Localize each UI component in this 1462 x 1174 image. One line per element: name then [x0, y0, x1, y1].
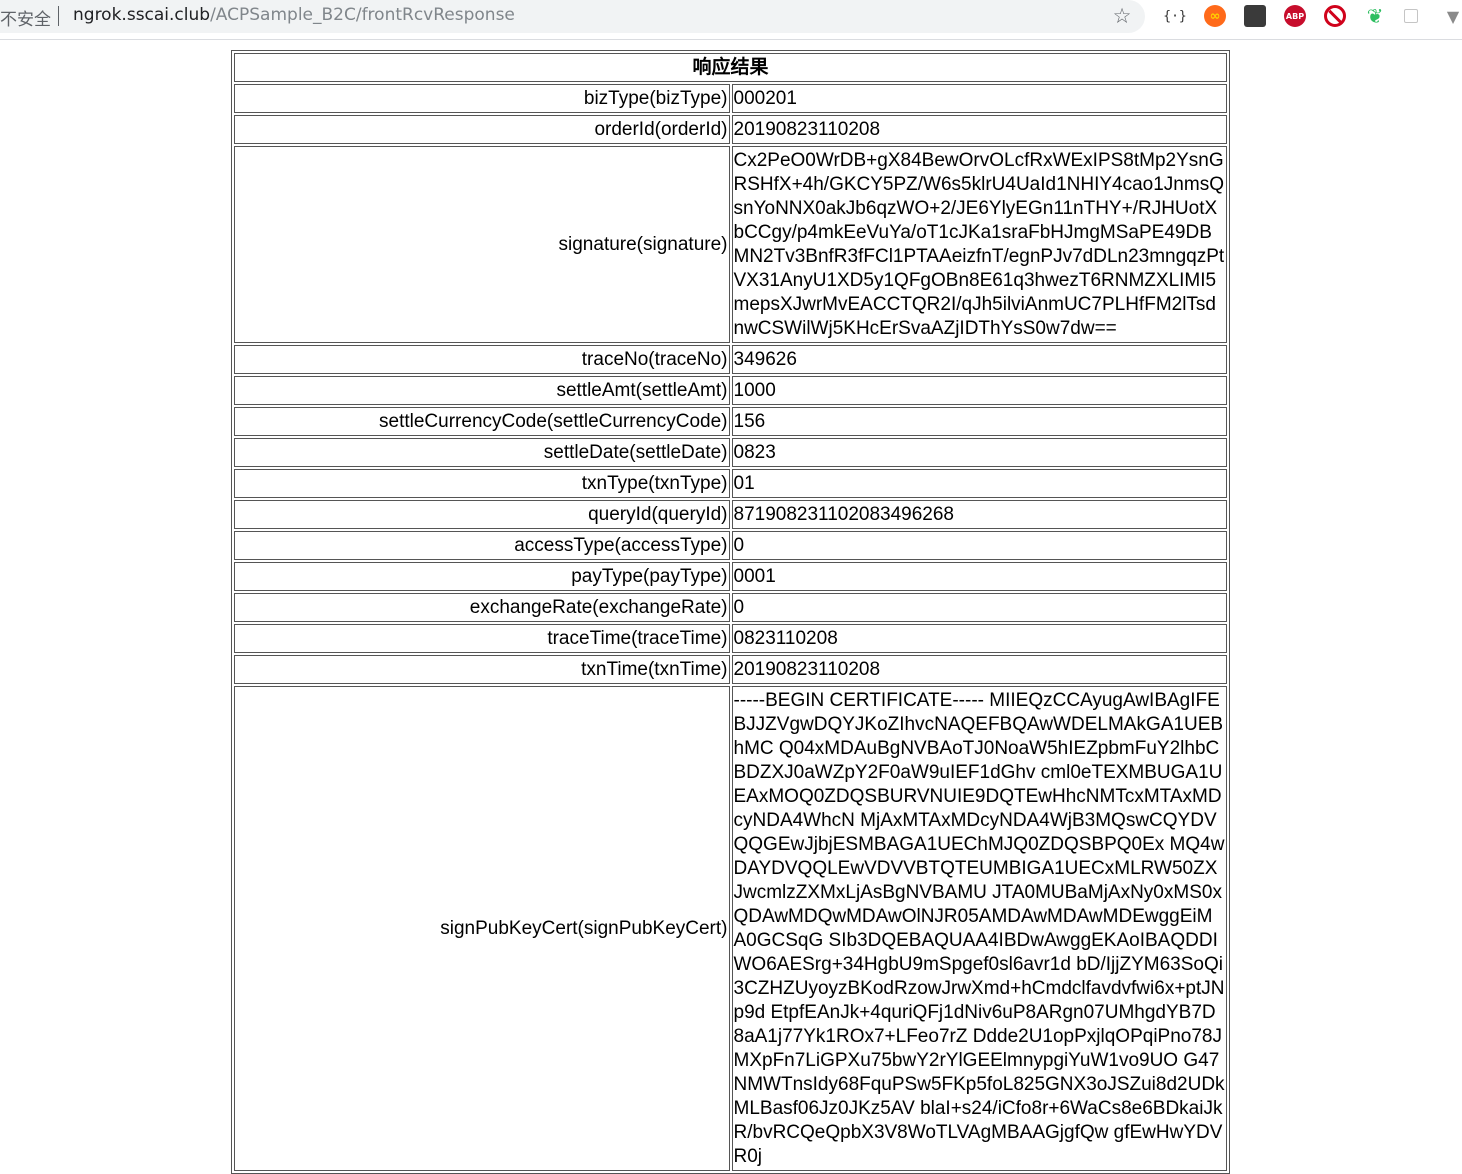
- table-title: 响应结果: [234, 53, 1227, 82]
- table-row: traceTime(traceTime) 0823110208: [234, 624, 1227, 653]
- field-name: orderId(orderId): [234, 115, 730, 144]
- url-path: /ACPSample_B2C/frontRcvResponse: [210, 5, 515, 25]
- table-row: settleAmt(settleAmt) 1000: [234, 376, 1227, 405]
- address-bar[interactable]: 不安全 ngrok.sscai.club/ACPSample_B2C/front…: [0, 0, 1145, 33]
- field-value: -----BEGIN CERTIFICATE----- MIIEQzCCAyug…: [731, 686, 1227, 1171]
- field-value: 0: [731, 531, 1227, 560]
- field-value: 01: [731, 469, 1227, 498]
- table-row: bizType(bizType) 000201: [234, 84, 1227, 113]
- field-name: traceNo(traceNo): [234, 345, 730, 374]
- field-value: 000201: [731, 84, 1227, 113]
- photo-extension-icon[interactable]: [1244, 5, 1266, 27]
- table-row: settleDate(settleDate) 0823: [234, 438, 1227, 467]
- field-value: 20190823110208: [731, 115, 1227, 144]
- table-row: traceNo(traceNo) 349626: [234, 345, 1227, 374]
- table-body: bizType(bizType) 000201 orderId(orderId) 20…: [234, 84, 1227, 1171]
- infinity-extension-icon[interactable]: ∞: [1204, 5, 1226, 27]
- vimium-extension-icon[interactable]: ▼: [1442, 5, 1462, 27]
- field-value: 0001: [731, 562, 1227, 591]
- address-separator: [58, 6, 59, 26]
- table-row: orderId(orderId) 20190823110208: [234, 115, 1227, 144]
- table-row: txnTime(txnTime) 20190823110208: [234, 655, 1227, 684]
- table-row: accessType(accessType) 0: [234, 531, 1227, 560]
- table-row: settleCurrencyCode(settleCurrencyCode) 15…: [234, 407, 1227, 436]
- table-row: queryId(queryId) 871908231102083496268: [234, 500, 1227, 529]
- browser-toolbar: 不安全 ngrok.sscai.club/ACPSample_B2C/front…: [0, 0, 1462, 40]
- field-name: traceTime(traceTime): [234, 624, 730, 653]
- reader-extension-icon[interactable]: [1404, 9, 1418, 23]
- field-value: 871908231102083496268: [731, 500, 1227, 529]
- field-name: settleCurrencyCode(settleCurrencyCode): [234, 407, 730, 436]
- table-row: signature(signature) Cx2PeO0WrDB+gX84BewO…: [234, 146, 1227, 343]
- field-value: 349626: [731, 345, 1227, 374]
- field-name: bizType(bizType): [234, 84, 730, 113]
- table-header-row: 响应结果: [234, 53, 1227, 82]
- field-name: payType(payType): [234, 562, 730, 591]
- field-name: exchangeRate(exchangeRate): [234, 593, 730, 622]
- field-value: Cx2PeO0WrDB+gX84BewOrvOLcfRxWExIPS8tMp2Y…: [731, 146, 1227, 343]
- json-viewer-extension-icon[interactable]: {·}: [1163, 5, 1186, 27]
- url-text[interactable]: ngrok.sscai.club/ACPSample_B2C/frontRcvR…: [73, 5, 515, 25]
- response-table: 响应结果 bizType(bizType) 000201 orderId(order…: [231, 50, 1230, 1174]
- field-name: signature(signature): [234, 146, 730, 343]
- field-name: txnTime(txnTime): [234, 655, 730, 684]
- field-name: queryId(queryId): [234, 500, 730, 529]
- table-row: payType(payType) 0001: [234, 562, 1227, 591]
- block-site-extension-icon[interactable]: [1324, 5, 1346, 27]
- field-name: accessType(accessType): [234, 531, 730, 560]
- field-name: signPubKeyCert(signPubKeyCert): [234, 686, 730, 1171]
- field-name: settleDate(settleDate): [234, 438, 730, 467]
- table-row: txnType(txnType) 01: [234, 469, 1227, 498]
- field-value: 156: [731, 407, 1227, 436]
- table-row: signPubKeyCert(signPubKeyCert) -----BEGIN…: [234, 686, 1227, 1171]
- field-value: 0823110208: [731, 624, 1227, 653]
- field-value: 0823: [731, 438, 1227, 467]
- security-indicator[interactable]: 不安全: [0, 5, 51, 30]
- field-value: 20190823110208: [731, 655, 1227, 684]
- bookmark-star-icon[interactable]: ☆: [1110, 3, 1134, 29]
- evernote-extension-icon[interactable]: ❦: [1364, 4, 1386, 28]
- adblock-plus-icon[interactable]: ABP: [1284, 5, 1306, 27]
- field-value: 1000: [731, 376, 1227, 405]
- field-name: txnType(txnType): [234, 469, 730, 498]
- table-row: exchangeRate(exchangeRate) 0: [234, 593, 1227, 622]
- field-name: settleAmt(settleAmt): [234, 376, 730, 405]
- field-value: 0: [731, 593, 1227, 622]
- url-host: ngrok.sscai.club: [73, 5, 211, 25]
